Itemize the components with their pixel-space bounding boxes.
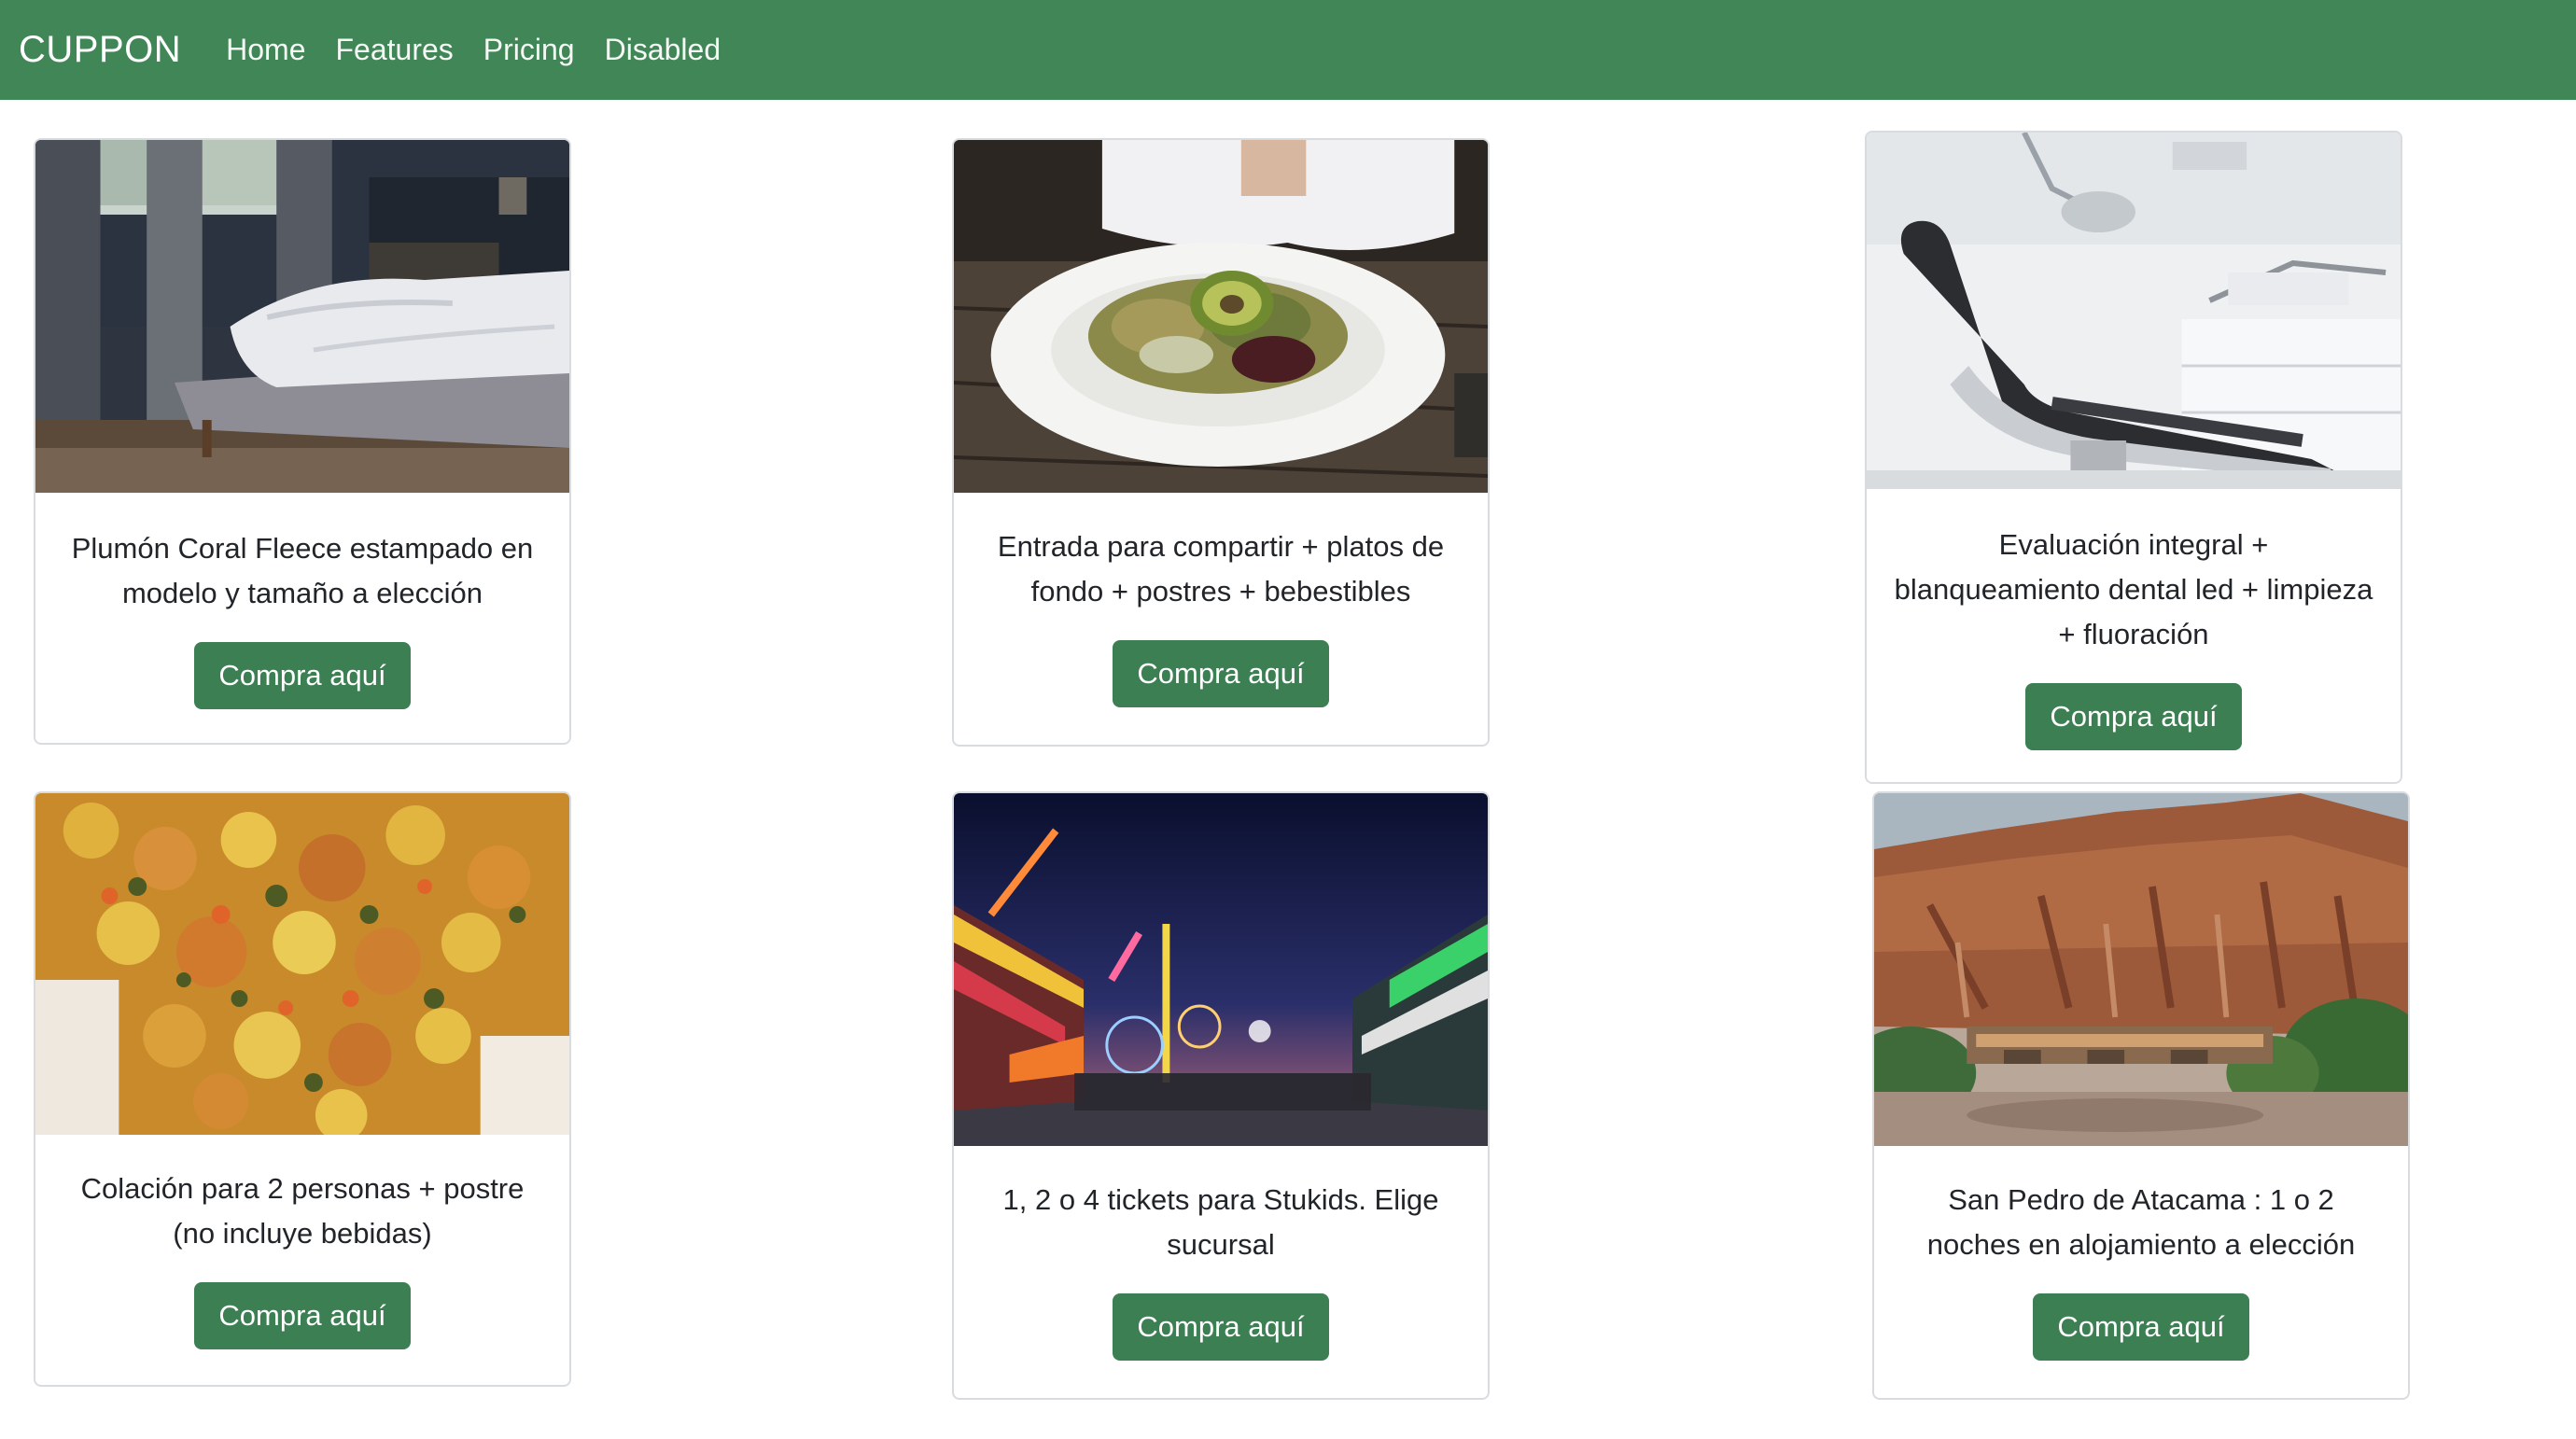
- card-image-atacama-canyon: [1874, 793, 2408, 1146]
- nav-link-disabled: Disabled: [604, 33, 721, 66]
- product-card: Entrada para compartir + platos de fondo…: [952, 138, 1490, 747]
- card-body: Colación para 2 personas + postre (no in…: [35, 1135, 569, 1379]
- product-card: 1, 2 o 4 tickets para Stukids. Elige suc…: [952, 791, 1490, 1400]
- card-text: Plumón Coral Fleece estampado en modelo …: [71, 532, 534, 609]
- product-card: Plumón Coral Fleece estampado en modelo …: [34, 138, 571, 745]
- product-card: San Pedro de Atacama : 1 o 2 noches en a…: [1872, 791, 2410, 1400]
- product-card: Colación para 2 personas + postre (no in…: [34, 791, 571, 1387]
- card-text: Colación para 2 personas + postre (no in…: [80, 1172, 525, 1250]
- buy-button[interactable]: Compra aquí: [2025, 683, 2242, 750]
- card-body: Entrada para compartir + platos de fondo…: [954, 493, 1488, 737]
- card-text: Evaluación integral + blanqueamiento den…: [1894, 528, 2373, 650]
- nav-link-features[interactable]: Features: [336, 33, 454, 67]
- product-card: Evaluación integral + blanqueamiento den…: [1865, 131, 2402, 784]
- card-body: San Pedro de Atacama : 1 o 2 noches en a…: [1874, 1146, 2408, 1390]
- card-body: Evaluación integral + blanqueamiento den…: [1867, 489, 2401, 780]
- buy-button[interactable]: Compra aquí: [1113, 1293, 1329, 1361]
- buy-button[interactable]: Compra aquí: [194, 642, 411, 709]
- card-text: San Pedro de Atacama : 1 o 2 noches en a…: [1926, 1183, 2356, 1261]
- navbar: CUPPON Home Features Pricing Disabled: [0, 0, 2576, 100]
- buy-button[interactable]: Compra aquí: [194, 1282, 411, 1349]
- card-image-fair-night: [954, 793, 1488, 1146]
- card-image-food-dish: [35, 793, 569, 1135]
- card-image-bedroom: [35, 140, 569, 493]
- card-text: 1, 2 o 4 tickets para Stukids. Elige suc…: [1002, 1183, 1439, 1261]
- nav-link-pricing[interactable]: Pricing: [483, 33, 575, 67]
- card-image-dental-chair: [1867, 133, 2401, 489]
- buy-button[interactable]: Compra aquí: [1113, 640, 1329, 707]
- buy-button[interactable]: Compra aquí: [2033, 1293, 2249, 1361]
- nav-link-home[interactable]: Home: [226, 33, 305, 67]
- brand-logo[interactable]: CUPPON: [19, 29, 181, 71]
- card-body: Plumón Coral Fleece estampado en modelo …: [35, 493, 569, 739]
- card-image-salad-plate: [954, 140, 1488, 493]
- card-body: 1, 2 o 4 tickets para Stukids. Elige suc…: [954, 1146, 1488, 1390]
- card-text: Entrada para compartir + platos de fondo…: [997, 530, 1445, 608]
